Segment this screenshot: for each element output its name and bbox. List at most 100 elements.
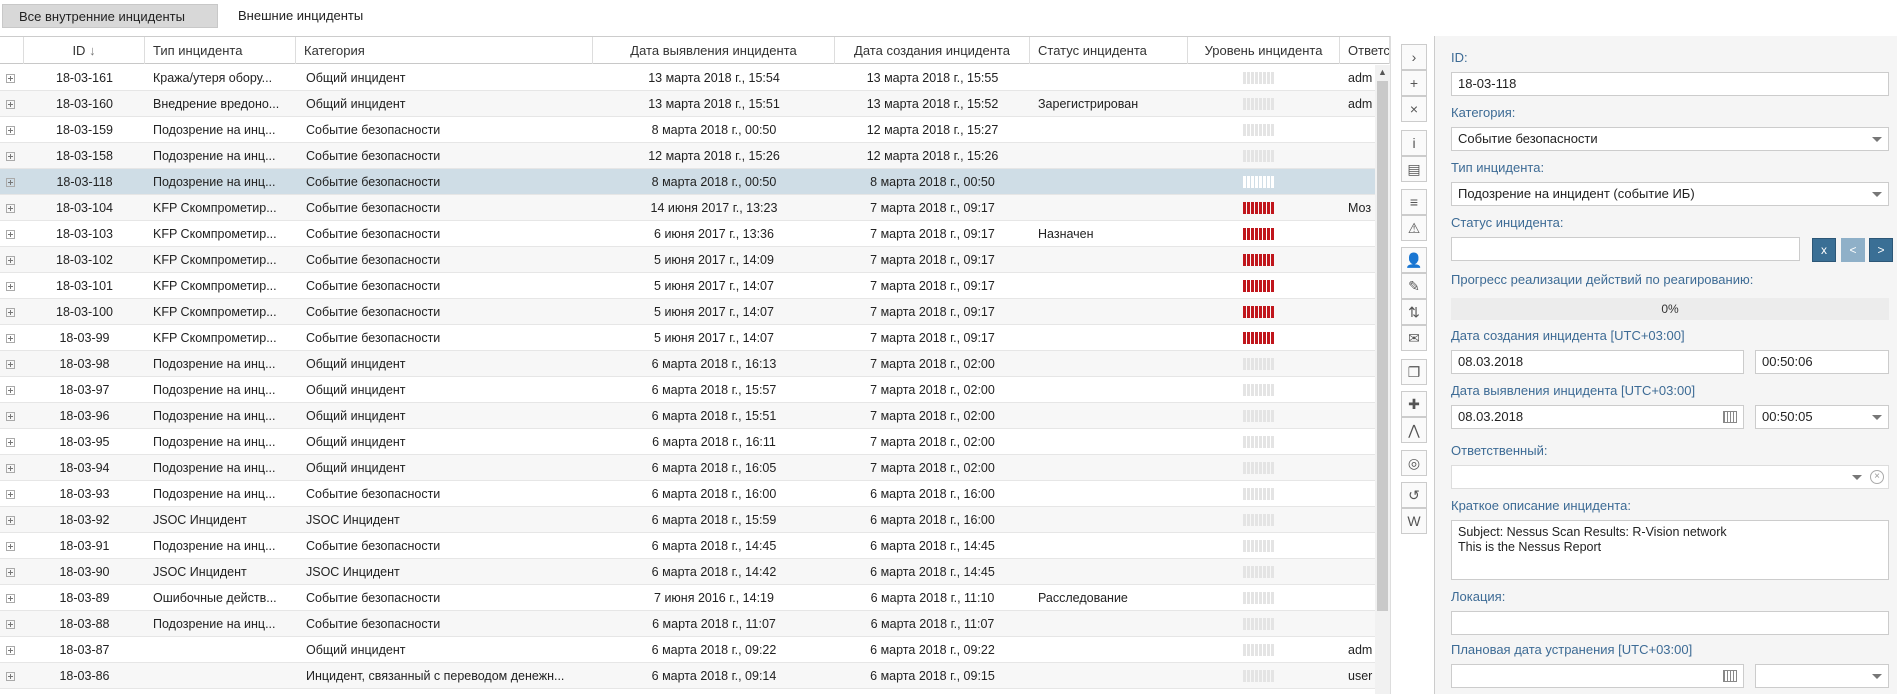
expand-icon[interactable] [6,100,15,109]
status-next-button[interactable]: > [1869,238,1893,262]
history-icon[interactable]: ↺ [1401,482,1427,508]
cell-status [1038,429,1188,455]
table-row[interactable]: 18-03-103 KFP Скомпрометир... Событие безо… [0,221,1375,247]
expand-icon[interactable] [6,386,15,395]
expand-icon[interactable] [6,412,15,421]
location-field[interactable] [1451,611,1889,635]
expand-icon[interactable] [6,568,15,577]
tab-external-incidents[interactable]: Внешние инциденты [222,4,379,28]
header-status[interactable]: Статус инцидента [1030,37,1188,64]
warning-icon[interactable]: ⚠ [1401,215,1427,241]
created-date-field[interactable]: 08.03.2018 [1451,350,1744,374]
level-indicator [1243,384,1274,396]
info-icon[interactable]: i [1401,130,1427,156]
table-row[interactable]: 18-03-94 Подозрение на инц... Общий инциде… [0,455,1375,481]
table-row[interactable]: 18-03-158 Подозрение на инц... Событие без… [0,143,1375,169]
table-row[interactable]: 18-03-96 Подозрение на инц... Общий инциде… [0,403,1375,429]
table-row[interactable]: 18-03-87 Общий инцидент 6 марта 2018 г., 0… [0,637,1375,663]
table-row[interactable]: 18-03-88 Подозрение на инц... Событие безо… [0,611,1375,637]
table-row[interactable]: 18-03-101 KFP Скомпрометир... Событие безо… [0,273,1375,299]
expand-icon[interactable] [6,74,15,83]
detected-time-select[interactable]: 00:50:05 [1755,405,1889,429]
header-category[interactable]: Категория [296,37,593,64]
mail-icon[interactable]: ✉ [1401,325,1427,351]
puzzle-icon[interactable]: ✚ [1401,391,1427,417]
table-row[interactable]: 18-03-100 KFP Скомпрометир... Событие безо… [0,299,1375,325]
expand-icon[interactable] [6,542,15,551]
eye-icon[interactable]: ◎ [1401,450,1427,476]
expand-icon[interactable] [6,152,15,161]
header-created[interactable]: Дата создания инцидента [835,37,1030,64]
category-select[interactable]: Событие безопасности [1451,127,1889,151]
expand-icon[interactable] [6,646,15,655]
add-circle-icon[interactable]: + [1401,70,1427,96]
copy-icon[interactable]: ❐ [1401,359,1427,385]
calendar-icon[interactable] [1723,670,1737,682]
expand-icon[interactable] [6,360,15,369]
created-time-field[interactable]: 00:50:06 [1755,350,1889,374]
detected-date-field[interactable]: 08.03.2018 [1451,405,1744,429]
grid-scrollbar[interactable]: ▲ [1375,65,1390,694]
expand-icon[interactable] [6,308,15,317]
expand-icon[interactable] [6,178,15,187]
expand-icon[interactable] [6,672,15,681]
scrollbar-thumb[interactable] [1377,81,1388,611]
expand-icon[interactable] [6,438,15,447]
table-row[interactable]: 18-03-86 Инцидент, связанный с переводом … [0,663,1375,689]
planned-time-select[interactable] [1755,664,1889,688]
calendar-icon[interactable] [1723,411,1737,423]
id-field[interactable]: 18-03-118 [1451,72,1889,96]
table-row[interactable]: 18-03-159 Подозрение на инц... Событие без… [0,117,1375,143]
expand-icon[interactable] [6,256,15,265]
owner-select[interactable]: × [1451,465,1889,489]
chevron-right-icon[interactable]: › [1401,44,1427,70]
status-prev-button[interactable]: < [1841,238,1865,262]
comment-icon[interactable]: ✎ [1401,273,1427,299]
header-detected[interactable]: Дата выявления инцидента [593,37,835,64]
header-level[interactable]: Уровень инцидента [1188,37,1340,64]
expand-icon[interactable] [6,204,15,213]
header-owner[interactable]: Ответс [1340,37,1390,64]
database-icon[interactable]: ≡ [1401,189,1427,215]
expand-icon[interactable] [6,230,15,239]
status-field[interactable] [1451,237,1800,261]
planned-date-field[interactable] [1451,664,1744,688]
table-row[interactable]: 18-03-95 Подозрение на инц... Общий инциде… [0,429,1375,455]
header-id[interactable]: ID ↓ [24,37,145,64]
table-row[interactable]: 18-03-93 Подозрение на инц... Событие безо… [0,481,1375,507]
table-row[interactable]: 18-03-99 KFP Скомпрометир... Событие безоп… [0,325,1375,351]
table-row[interactable]: 18-03-118 Подозрение на инц... Событие без… [0,169,1375,195]
table-row[interactable]: 18-03-160 Внедрение вредоно... Общий инцид… [0,91,1375,117]
expand-icon[interactable] [6,126,15,135]
table-row[interactable]: 18-03-90 JSOC Инцидент JSOC Инцидент 6 март… [0,559,1375,585]
status-clear-button[interactable]: x [1812,238,1836,262]
tab-internal-incidents[interactable]: Все внутренние инциденты [2,4,218,28]
expand-icon[interactable] [6,516,15,525]
table-row[interactable]: 18-03-98 Подозрение на инц... Общий инциде… [0,351,1375,377]
expand-icon[interactable] [6,334,15,343]
graph-icon[interactable]: ⋀ [1401,417,1427,443]
expand-icon[interactable] [6,282,15,291]
table-row[interactable]: 18-03-97 Подозрение на инц... Общий инциде… [0,377,1375,403]
table-row[interactable]: 18-03-89 Ошибочные действ... Событие безоп… [0,585,1375,611]
table-row[interactable]: 18-03-92 JSOC Инцидент JSOC Инцидент 6 март… [0,507,1375,533]
header-type[interactable]: Тип инцидента [145,37,296,64]
keyboard-icon[interactable]: ▤ [1401,156,1427,182]
user-icon[interactable]: 👤 [1401,247,1427,273]
close-icon[interactable]: × [1401,96,1427,122]
sort-icon[interactable]: ⇅ [1401,299,1427,325]
expand-icon[interactable] [6,620,15,629]
clear-icon[interactable]: × [1870,470,1884,484]
table-row[interactable]: 18-03-102 KFP Скомпрометир... Событие безо… [0,247,1375,273]
table-row[interactable]: 18-03-104 KFP Скомпрометир... Событие безо… [0,195,1375,221]
scroll-up-icon[interactable]: ▲ [1378,67,1387,77]
expand-icon[interactable] [6,464,15,473]
description-textarea[interactable]: Subject: Nessus Scan Results: R-Vision n… [1451,520,1889,580]
word-icon[interactable]: W [1401,508,1427,534]
table-row[interactable]: 18-03-161 Кража/утеря обору... Общий инцид… [0,65,1375,91]
expand-icon[interactable] [6,594,15,603]
table-row[interactable]: 18-03-91 Подозрение на инц... Событие безо… [0,533,1375,559]
cell-detected: 5 июня 2017 г., 14:09 [654,253,774,267]
expand-icon[interactable] [6,490,15,499]
type-select[interactable]: Подозрение на инцидент (событие ИБ) [1451,182,1889,206]
